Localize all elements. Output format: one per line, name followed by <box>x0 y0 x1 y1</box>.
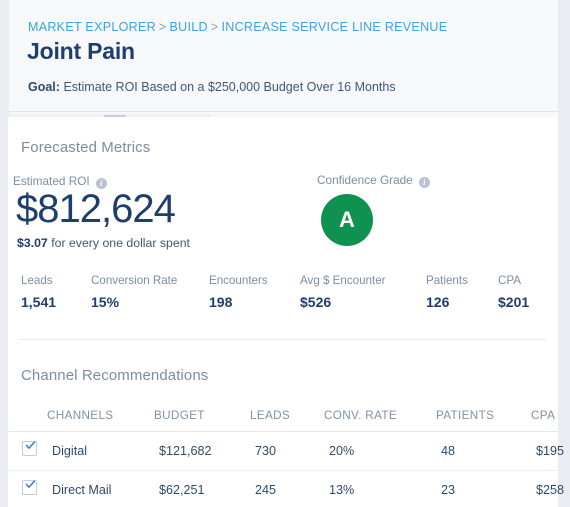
column-header-budget[interactable]: BUDGET <box>154 409 205 422</box>
estimated-roi-value: $812,624 <box>16 187 176 231</box>
cell-cpa: $258 <box>536 483 565 497</box>
breadcrumb-item-market-explorer[interactable]: MARKET EXPLORER <box>28 20 156 34</box>
channel-recommendations-title: Channel Recommendations <box>21 367 209 384</box>
kpi-value: 198 <box>209 294 233 310</box>
breadcrumb-separator: > <box>210 20 219 34</box>
table-row[interactable]: Direct Mail $62,251 245 13% 23 $258 <box>8 471 564 507</box>
confidence-grade-label-text: Confidence Grade <box>317 173 413 187</box>
section-divider <box>20 339 546 340</box>
kpi-label: Encounters <box>209 274 268 287</box>
column-header-leads[interactable]: LEADS <box>250 409 290 422</box>
goal-text: Estimate ROI Based on a $250,000 Budget … <box>63 80 396 94</box>
kpi-avg-encounter: Avg $ Encounter $526 <box>300 274 386 310</box>
kpi-label: Patients <box>426 274 468 287</box>
channel-recommendations-table: CHANNELS BUDGET LEADS CONV. RATE PATIENTS CPA… <box>8 401 564 507</box>
cell-channel: Direct Mail <box>52 483 112 497</box>
checkmark-icon <box>25 441 36 449</box>
cell-budget: $121,682 <box>159 444 212 458</box>
kpi-leads: Leads 1,541 <box>21 274 56 310</box>
kpi-label: Leads <box>21 274 53 287</box>
breadcrumb-item-increase-service-line-revenue[interactable]: INCREASE SERVICE LINE REVENUE <box>221 20 447 34</box>
kpi-value: 1,541 <box>21 294 57 310</box>
estimated-roi-label-text: Estimated ROI <box>13 174 90 188</box>
cell-budget: $62,251 <box>159 483 205 497</box>
table-row[interactable]: Digital $121,682 730 20% 48 $195 <box>8 432 564 471</box>
row-checkbox[interactable] <box>22 480 37 495</box>
cell-channel: Digital <box>52 444 87 458</box>
kpi-value: $201 <box>498 294 530 310</box>
column-header-conv-rate[interactable]: CONV. RATE <box>324 409 397 422</box>
info-icon[interactable]: i <box>418 177 430 188</box>
breadcrumb: MARKET EXPLORER > BUILD > INCREASE SERVICE L… <box>28 20 447 34</box>
page-title: Joint Pain <box>27 38 135 64</box>
cell-leads: 245 <box>255 483 277 497</box>
table-body: Digital $121,682 730 20% 48 $195 Direct Mail $6… <box>8 432 564 507</box>
kpi-label: Avg $ Encounter <box>300 274 386 287</box>
cell-leads: 730 <box>255 444 277 458</box>
cell-patients: 23 <box>441 483 456 497</box>
forecasted-metrics-title: Forecasted Metrics <box>21 139 151 156</box>
column-header-cpa[interactable]: CPA <box>531 409 555 422</box>
roi-per-dollar-amount: $3.07 <box>17 236 48 250</box>
breadcrumb-separator: > <box>158 20 167 34</box>
cell-cpa: $195 <box>536 444 565 458</box>
column-header-patients[interactable]: PATIENTS <box>436 409 494 422</box>
breadcrumb-item-build[interactable]: BUILD <box>170 20 208 34</box>
main-content-card: Forecasted Metrics Estimated ROI i $812,6… <box>8 117 564 507</box>
table-header-row: CHANNELS BUDGET LEADS CONV. RATE PATIENTS CPA <box>8 401 558 432</box>
kpi-label: CPA <box>498 274 521 287</box>
goal-statement: Goal: Estimate ROI Based on a $250,000 B… <box>28 80 396 94</box>
app-page: MARKET EXPLORER > BUILD > INCREASE SERVICE L… <box>0 0 570 507</box>
page-header-card: MARKET EXPLORER > BUILD > INCREASE SERVICE L… <box>9 0 558 112</box>
roi-per-dollar-text: for every one dollar spent <box>51 236 190 250</box>
confidence-grade-label: Confidence Grade i <box>317 173 430 188</box>
column-header-channels[interactable]: CHANNELS <box>47 409 113 422</box>
cell-conv_rate: 13% <box>329 483 355 497</box>
goal-label: Goal: <box>28 80 60 94</box>
kpi-value: 15% <box>91 294 120 310</box>
roi-per-dollar-note: $3.07 for every one dollar spent <box>17 236 190 250</box>
kpi-row: Leads 1,541 Conversion Rate 15% Encounters 19… <box>8 274 558 322</box>
kpi-cpa: CPA $201 <box>498 274 529 310</box>
kpi-conversion-rate: Conversion Rate 15% <box>91 274 177 310</box>
cell-conv_rate: 20% <box>329 444 355 458</box>
cell-patients: 48 <box>441 444 456 458</box>
kpi-label: Conversion Rate <box>91 274 178 287</box>
checkmark-icon <box>25 480 36 488</box>
kpi-encounters: Encounters 198 <box>209 274 268 310</box>
kpi-value: 126 <box>426 294 450 310</box>
row-checkbox[interactable] <box>22 441 37 456</box>
confidence-grade-badge: A <box>321 194 373 246</box>
kpi-value: $526 <box>300 294 332 310</box>
kpi-patients: Patients 126 <box>426 274 468 310</box>
